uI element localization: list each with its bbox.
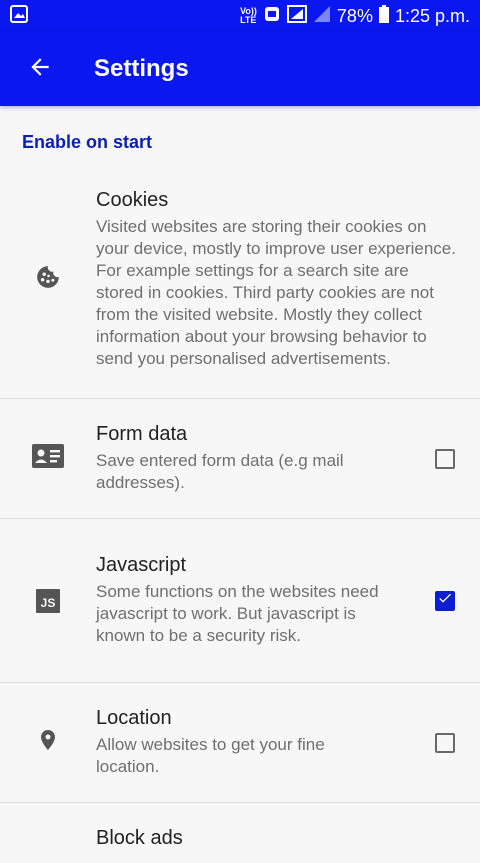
pref-title: Block ads: [96, 827, 183, 849]
back-button[interactable]: [18, 47, 62, 91]
pref-summary: Allow websites to get your fine location…: [96, 735, 325, 776]
pref-summary: Some functions on the websites need java…: [96, 582, 379, 645]
gallery-notification-icon: [10, 4, 28, 28]
notification-icon: [263, 5, 281, 28]
status-bar: Vo)) LTE 78% 1:25 p.m.: [0, 0, 480, 32]
signal-icon: [313, 5, 331, 28]
battery-icon: [378, 4, 389, 28]
javascript-checkbox[interactable]: [435, 590, 455, 611]
pref-title: Javascript: [96, 554, 187, 576]
app-bar: Settings: [0, 32, 480, 106]
signal-box-icon: [286, 4, 307, 28]
pref-summary: Visited websites are storing their cooki…: [96, 216, 456, 368]
pref-title: Location: [96, 707, 172, 729]
pref-title: Form data: [96, 423, 188, 445]
clock: 1:25 p.m.: [394, 5, 470, 26]
pref-location[interactable]: Location Allow websites to get your fine…: [0, 683, 480, 803]
location-pin-icon: [36, 726, 60, 759]
js-icon: JS: [36, 588, 60, 613]
pref-title: Cookies: [96, 188, 169, 211]
check-icon: [437, 590, 453, 611]
pref-javascript[interactable]: JS Javascript Some functions on the webs…: [0, 519, 480, 683]
arrow-left-icon: [27, 54, 53, 85]
contact-card-icon: [32, 444, 64, 473]
page-title: Settings: [94, 55, 189, 82]
section-header: Enable on start: [22, 132, 153, 152]
location-checkbox[interactable]: [435, 732, 455, 753]
pref-cookies[interactable]: Cookies Visited websites are storing the…: [0, 152, 480, 399]
cookie-icon: [35, 264, 61, 295]
pref-summary: Save entered form data (e.g mail address…: [96, 451, 344, 492]
volte-icon: Vo)) LTE: [240, 6, 257, 25]
pref-block-ads[interactable]: Block ads: [0, 803, 480, 863]
pref-form-data[interactable]: Form data Save entered form data (e.g ma…: [0, 399, 480, 519]
battery-percent: 78%: [336, 5, 373, 26]
form-data-checkbox[interactable]: [435, 448, 455, 469]
